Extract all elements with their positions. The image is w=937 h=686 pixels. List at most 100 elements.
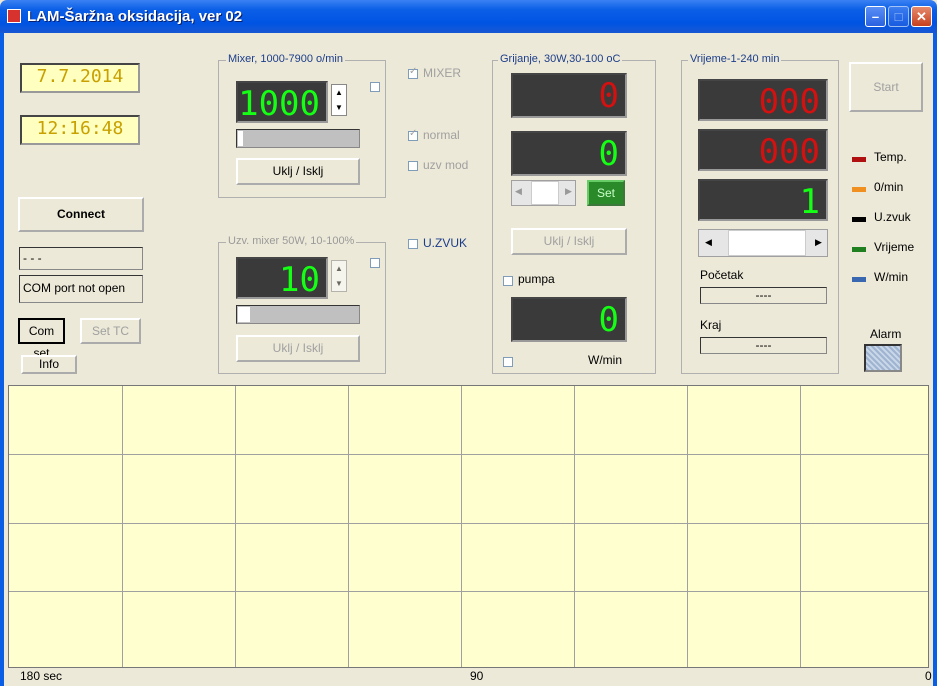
spin-up-icon[interactable]: ▲ [332,261,346,276]
com-set-button[interactable]: Com set [18,318,65,360]
mixer-speed-spinner[interactable]: ▲ ▼ [331,84,347,116]
date-display: 7.7.2014 [20,63,140,93]
mixer-progress-fill [238,131,243,146]
time-setpoint-display: 1 [698,179,828,221]
com-status-message: COM port not open [19,275,143,303]
temperature-setpoint-display: 0 [511,131,627,176]
heating-group-label: Grijanje, 30W,30-100 oC [498,53,623,65]
trend-plot [8,385,929,668]
temperature-scrollbar[interactable]: ◀ ▶ [511,180,576,206]
connect-button[interactable]: Connect [18,197,144,232]
power-aux-checkbox[interactable] [503,357,513,367]
uzv-mode-label: uzv mod [423,158,469,172]
uzv-progress-fill [238,307,251,322]
mixer-mode-checkbox[interactable] [408,66,418,79]
mixer-aux-checkbox[interactable] [370,82,380,92]
uzvuk-label: U.ZVUK [423,236,468,250]
time-display: 12:16:48 [20,115,140,145]
mixer-toggle-button[interactable]: Uklj / Isklj [236,158,360,185]
legend-item: 0/min [852,180,932,198]
window-frame-right [933,33,937,686]
legend-swatch [852,157,866,162]
power-display: 0 [511,297,627,342]
end-time-value: ---- [700,337,827,354]
pump-label: pumpa [518,272,555,286]
maximize-icon: □ [894,9,903,24]
grid-line [574,386,576,667]
legend-label: Temp. [874,150,907,164]
uzv-mode-checkbox[interactable] [408,161,418,171]
uzv-mixer-group-label: Uzv. mixer 50W, 10-100% [226,235,357,247]
grid-line [9,591,928,593]
alarm-indicator [864,344,902,372]
temperature-actual-display: 0 [511,73,627,118]
grid-line [9,454,928,456]
time-remaining-display: 000 [698,129,828,171]
scroll-right-icon[interactable]: ▶ [815,237,822,248]
legend-item: Vrijeme [852,240,932,258]
legend-swatch [852,247,866,252]
grid-line [800,386,802,667]
time-scrollbar[interactable]: ◀ ▶ [698,229,828,257]
uzv-aux-checkbox[interactable] [370,258,380,268]
legend-swatch [852,277,866,282]
time-scroll-thumb[interactable] [728,230,806,256]
scroll-left-icon[interactable]: ◀ [705,237,712,248]
heating-toggle-button[interactable]: Uklj / Isklj [511,228,627,255]
grid-line [9,522,928,524]
alarm-label: Alarm [870,327,902,341]
pump-checkbox[interactable] [503,276,513,286]
legend-label: U.zvuk [874,210,911,224]
mixer-group-label: Mixer, 1000-7900 o/min [226,53,345,65]
close-button[interactable]: ✕ [911,6,932,27]
app-window: LAM-Šaržna oksidacija, ver 02 – □ ✕ 7.7.… [0,0,937,686]
normal-mode-label: normal [423,128,460,142]
set-tc-button[interactable]: Set TC [80,318,141,344]
scroll-right-icon[interactable]: ▶ [565,186,572,197]
legend-label: Vrijeme [874,240,915,254]
window-frame-left [0,33,4,686]
maximize-button[interactable]: □ [888,6,909,27]
legend-label: 0/min [874,180,904,194]
start-time-caption: Početak [700,268,744,282]
end-time-caption: Kraj [700,318,722,332]
legend-item: W/min [852,270,932,288]
plot-x-mid-label: 90 [470,669,484,683]
legend-swatch [852,217,866,222]
uzv-toggle-button[interactable]: Uklj / Isklj [236,335,360,362]
minimize-icon: – [871,9,880,24]
title-bar[interactable]: LAM-Šaržna oksidacija, ver 02 – □ ✕ [0,0,937,33]
power-unit-label: W/min [588,353,622,367]
legend: Temp. 0/min U.zvuk Vrijeme W/min [852,150,932,300]
minimize-button[interactable]: – [865,6,886,27]
app-icon[interactable] [7,9,21,23]
window-title: LAM-Šaržna oksidacija, ver 02 [27,8,243,25]
grid-line [122,386,124,667]
info-button[interactable]: Info [21,355,77,374]
spin-down-icon[interactable]: ▼ [332,100,346,115]
status-field: - - - [19,247,143,270]
grid-line [461,386,463,667]
uzv-power-spinner[interactable]: ▲ ▼ [331,260,347,292]
uzvuk-checkbox[interactable] [408,239,418,249]
plot-x-left-label: 180 sec [20,669,63,683]
temperature-scroll-thumb[interactable] [531,181,559,205]
grid-line [348,386,350,667]
legend-item: U.zvuk [852,210,932,228]
grid-line [687,386,689,667]
uzv-progress-bar [236,305,360,324]
time-group-label: Vrijeme-1-240 min [688,53,782,65]
legend-item: Temp. [852,150,932,168]
start-button[interactable]: Start [849,62,923,112]
scroll-left-icon[interactable]: ◀ [515,186,522,197]
spin-up-icon[interactable]: ▲ [332,85,346,100]
spin-down-icon[interactable]: ▼ [332,276,346,291]
mixer-progress-bar [236,129,360,148]
start-time-value: ---- [700,287,827,304]
mixer-mode-label: MIXER [423,66,462,80]
normal-mode-checkbox[interactable] [408,128,418,141]
grid-line [235,386,237,667]
mixer-speed-display: 1000 [236,81,328,123]
temperature-set-button[interactable]: Set [587,180,625,206]
legend-swatch [852,187,866,192]
